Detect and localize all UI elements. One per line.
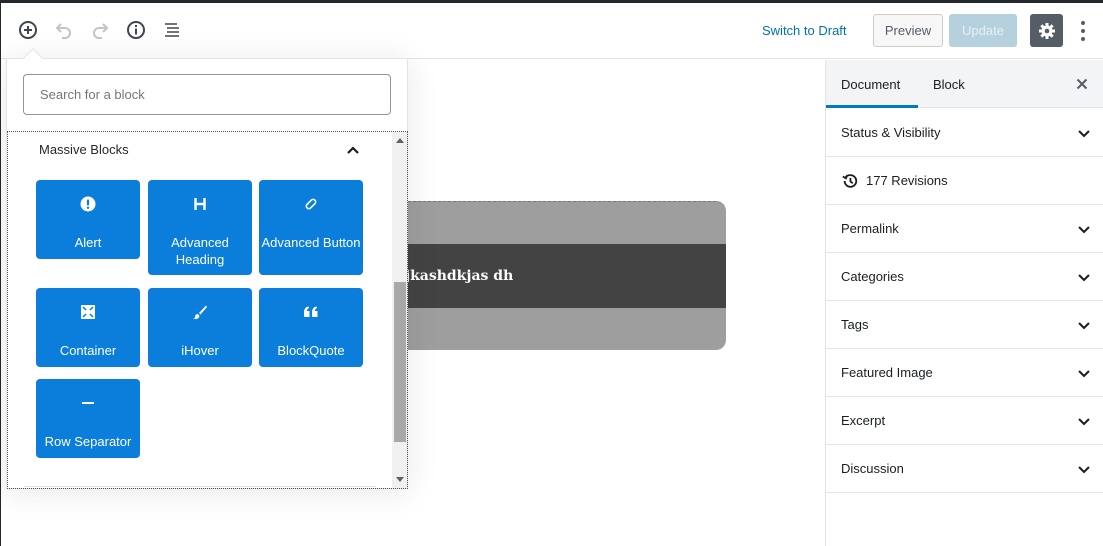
icon-wrap [259, 194, 363, 214]
add-block-button[interactable] [16, 18, 40, 42]
block-advanced-heading[interactable]: Advanced Heading [148, 180, 252, 275]
block-container[interactable]: Container [36, 288, 140, 367]
block-advanced-button[interactable]: Advanced Button [259, 180, 363, 275]
block-label: Row Separator [44, 434, 132, 449]
panel-label: Categories [841, 269, 904, 284]
panel-excerpt[interactable]: Excerpt [826, 397, 1103, 445]
scroll-down-arrow-icon[interactable] [396, 477, 404, 482]
divider [24, 486, 376, 487]
chevron-down-icon [1078, 322, 1090, 330]
button-pill-icon [305, 198, 317, 210]
switch-to-draft-link[interactable]: Switch to Draft [762, 23, 847, 38]
panel-discussion[interactable]: Discussion [826, 445, 1103, 493]
block-label: Alert [74, 235, 102, 250]
block-label: iHover [181, 343, 219, 358]
revisions-link[interactable]: 177 Revisions [826, 157, 1103, 205]
ellipsis-dot [1081, 29, 1085, 33]
panel-tags[interactable]: Tags [826, 301, 1103, 349]
block-label: Container [59, 343, 117, 358]
chevron-down-icon [1078, 466, 1090, 474]
panel-label: Discussion [841, 461, 904, 476]
quote-icon [304, 306, 318, 317]
panel-label: Permalink [841, 221, 899, 236]
sidebar-tabs: Document Block [826, 60, 1103, 108]
scroll-up-arrow-icon[interactable] [396, 138, 404, 143]
block-label: BlockQuote [277, 343, 345, 358]
block-ihover[interactable]: iHover [148, 288, 252, 367]
paintbrush-icon [193, 305, 207, 320]
container-compress-icon [81, 305, 95, 319]
preview-button[interactable]: Preview [873, 14, 943, 47]
icon-wrap [36, 302, 140, 322]
info-icon [127, 21, 145, 39]
icon-wrap [148, 302, 252, 322]
tab-document[interactable]: Document [826, 60, 918, 108]
undo-icon [55, 23, 71, 39]
exclamation-circle-icon [80, 196, 96, 212]
panel-status-visibility[interactable]: Status & Visibility [826, 109, 1103, 157]
ellipsis-dot [1081, 37, 1085, 41]
icon-wrap [259, 302, 363, 322]
settings-sidebar: Document Block Status & Visibility 177 R… [825, 60, 1103, 546]
block-search-input[interactable] [23, 74, 391, 115]
chevron-down-icon [1078, 274, 1090, 282]
editor-window: Switch to Draft Preview Update jkashdkja… [0, 0, 1103, 546]
close-icon [1076, 78, 1088, 90]
revisions-count: 177 Revisions [866, 173, 948, 188]
panel-label: Tags [841, 317, 869, 332]
block-inserter-popover: Massive Blocks Alert Advanced Head [6, 48, 408, 489]
block-text[interactable]: jkashdkjas dh [405, 268, 513, 284]
panel-categories[interactable]: Categories [826, 253, 1103, 301]
editor-content-block[interactable]: jkashdkjas dh [403, 201, 726, 350]
icon-wrap [148, 194, 252, 214]
plus-circle-icon [19, 21, 37, 39]
close-sidebar-button[interactable] [1074, 76, 1090, 92]
chevron-down-icon [1078, 418, 1090, 426]
info-button[interactable] [124, 18, 148, 42]
minus-line-icon [82, 402, 94, 404]
tab-block[interactable]: Block [933, 60, 965, 108]
gear-icon [1038, 22, 1055, 39]
redo-icon [93, 23, 109, 39]
panel-title-massive-blocks: Massive Blocks [39, 142, 129, 157]
block-label: Advanced Heading [171, 235, 229, 267]
content-band: jkashdkjas dh [403, 244, 726, 308]
panel-permalink[interactable]: Permalink [826, 205, 1103, 253]
chevron-down-icon [1078, 370, 1090, 378]
icon-wrap [36, 393, 140, 413]
chevron-down-icon [1078, 226, 1090, 234]
panel-label: Status & Visibility [841, 125, 941, 140]
list-view-icon [165, 23, 179, 37]
chevron-down-icon [1078, 130, 1090, 138]
inserter-results: Massive Blocks Alert Advanced Heading Ad… [7, 131, 408, 489]
heading-h-icon [194, 198, 206, 210]
icon-wrap [36, 194, 140, 214]
inserter-scrollbar[interactable] [392, 132, 407, 488]
vertical-ellipsis-icon [1081, 21, 1085, 25]
block-label: Advanced Button [261, 235, 361, 250]
scrollbar-thumb[interactable] [394, 282, 406, 442]
more-options-button[interactable] [1074, 18, 1092, 44]
chevron-up-icon [347, 146, 359, 154]
redo-button[interactable] [88, 18, 112, 42]
block-alert[interactable]: Alert [36, 180, 140, 259]
editor-header: Switch to Draft Preview Update [1, 3, 1103, 59]
settings-button[interactable] [1030, 14, 1063, 47]
block-navigation-button[interactable] [160, 18, 184, 42]
undo-button[interactable] [52, 18, 76, 42]
panel-label: Excerpt [841, 413, 886, 428]
block-row-separator[interactable]: Row Separator [36, 379, 140, 458]
history-icon [842, 173, 858, 188]
panel-collapse-toggle[interactable] [344, 141, 362, 159]
update-button[interactable]: Update [949, 14, 1017, 47]
block-blockquote[interactable]: BlockQuote [259, 288, 363, 367]
panel-label: Featured Image [841, 365, 933, 380]
panel-featured-image[interactable]: Featured Image [826, 349, 1103, 397]
